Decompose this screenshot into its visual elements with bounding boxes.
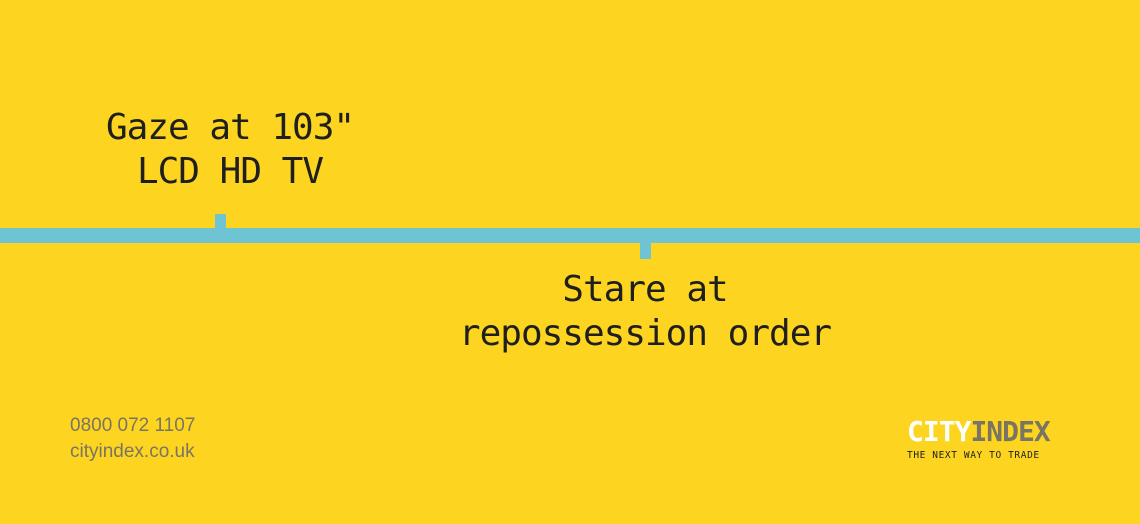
caption-gaze-line2: LCD HD TV xyxy=(136,151,324,192)
logo-wordmark: CITYINDEX xyxy=(907,417,1077,447)
website-link: cityindex.co.uk xyxy=(70,441,195,462)
caption-stare: Stare at repossession order xyxy=(420,268,870,356)
logo-index-text: INDEX xyxy=(970,415,1050,448)
phone-number: 0800 072 1107 xyxy=(70,415,196,436)
caption-stare-line2: repossession order xyxy=(458,313,832,354)
cityindex-logo: CITYINDEX THE NEXT WAY TO TRADE xyxy=(907,417,1077,462)
timeline-marker-down xyxy=(640,242,651,259)
logo-city-text: CITY xyxy=(907,415,971,448)
contact-info: 0800 072 1107 cityindex.co.uk xyxy=(70,413,195,465)
timeline-marker-up xyxy=(215,214,226,229)
caption-stare-line1: Stare at xyxy=(562,269,728,310)
advertisement-banner: Gaze at 103" LCD HD TV Stare at reposses… xyxy=(0,0,1140,524)
caption-gaze: Gaze at 103" LCD HD TV xyxy=(70,106,390,194)
logo-tagline: THE NEXT WAY TO TRADE xyxy=(907,450,1040,461)
timeline-bar xyxy=(0,228,1140,243)
caption-gaze-line1: Gaze at 103" xyxy=(105,107,355,148)
